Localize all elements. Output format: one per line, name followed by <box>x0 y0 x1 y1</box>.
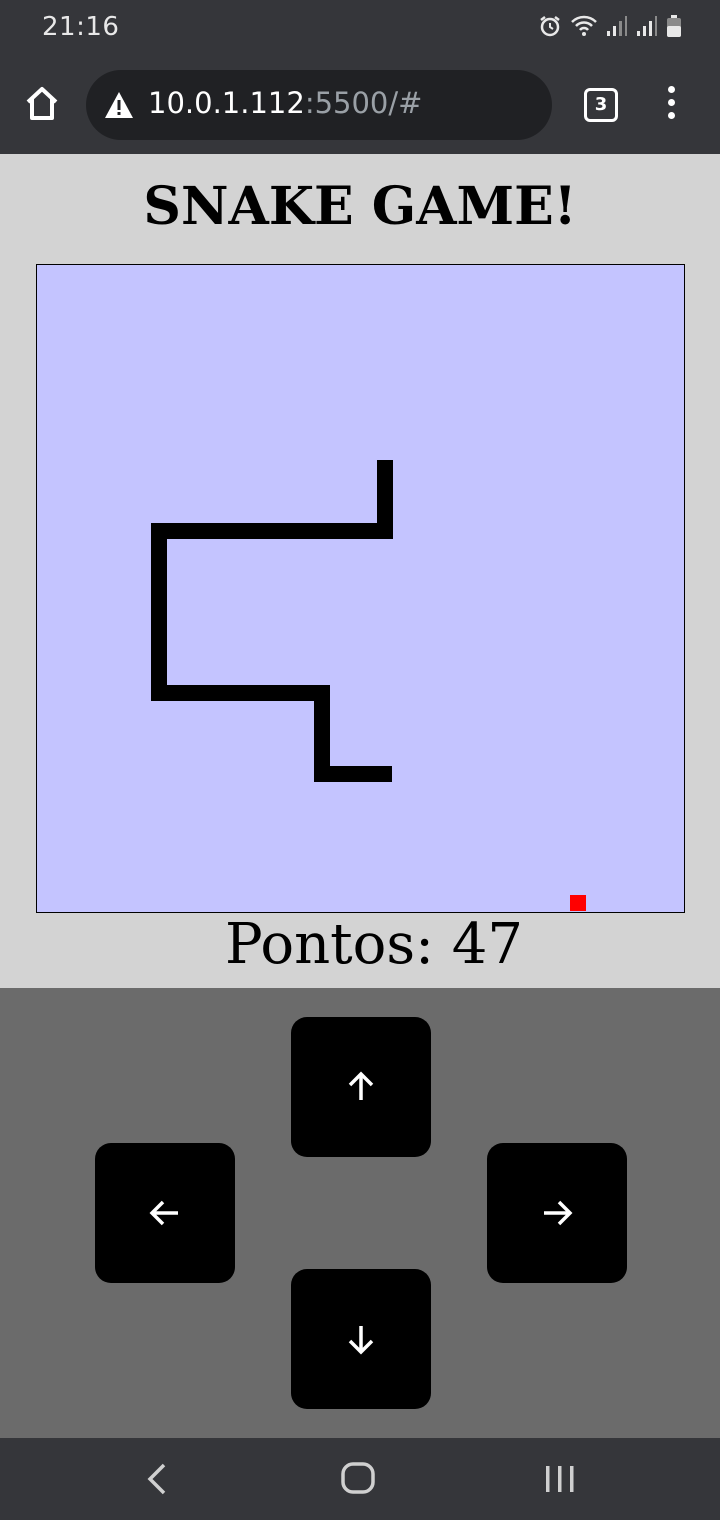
page-title: SNAKE GAME! <box>143 176 577 237</box>
up-button[interactable] <box>291 1017 431 1157</box>
warning-icon[interactable] <box>104 91 134 119</box>
up-arrow-icon <box>348 1071 374 1100</box>
url-host: 10.0.1.112 <box>148 86 305 120</box>
browser-toolbar: 10.0.1.112:5500/# 3 <box>0 56 720 154</box>
left-arrow-icon <box>149 1200 178 1226</box>
right-button[interactable] <box>487 1143 627 1283</box>
left-button[interactable] <box>95 1143 235 1283</box>
right-arrow-icon <box>544 1200 573 1226</box>
battery-icon <box>667 15 681 37</box>
url-path: :5500/# <box>304 86 423 120</box>
controls-panel <box>0 988 720 1438</box>
signal-icon <box>637 16 657 36</box>
game-board <box>36 264 685 913</box>
status-icons <box>538 14 682 38</box>
home-icon[interactable] <box>22 84 62 124</box>
down-button[interactable] <box>291 1269 431 1409</box>
game-canvas <box>151 460 586 911</box>
score-label: Pontos: 47 <box>224 912 524 977</box>
alarm-icon <box>540 16 560 37</box>
food <box>570 895 586 911</box>
signal-icon <box>607 16 627 36</box>
recent-apps-icon[interactable] <box>542 1462 578 1496</box>
status-time: 21:16 <box>42 12 120 42</box>
back-icon[interactable] <box>142 1462 172 1496</box>
url-text[interactable]: 10.0.1.112:5500/# <box>148 86 422 120</box>
navigation-bar <box>0 1438 720 1520</box>
wifi-icon <box>571 15 597 36</box>
snake <box>151 460 393 782</box>
down-arrow-icon <box>348 1326 374 1355</box>
status-bar: 21:16 <box>0 0 720 56</box>
home-circle-icon[interactable] <box>340 1460 376 1496</box>
menu-icon[interactable] <box>660 86 682 126</box>
tabs-button[interactable]: 3 <box>584 88 618 122</box>
url-bar[interactable]: 10.0.1.112:5500/# <box>86 70 552 140</box>
